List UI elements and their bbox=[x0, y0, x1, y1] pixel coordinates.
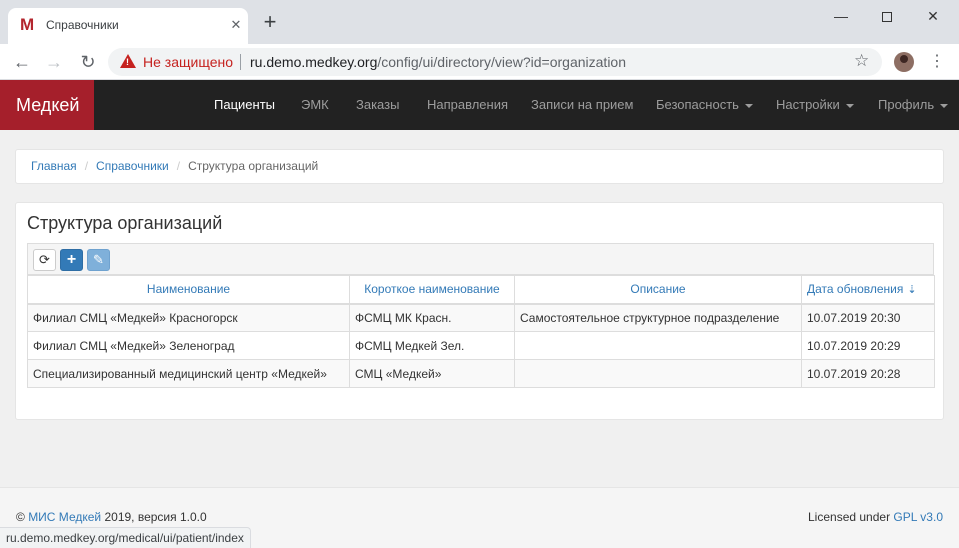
nav-item-profile[interactable]: Профиль bbox=[878, 80, 949, 130]
profile-avatar[interactable] bbox=[894, 52, 914, 72]
column-header-updated[interactable]: Дата обновления ⇣ bbox=[801, 275, 935, 305]
browser-status-url: ru.demo.medkey.org/medical/ui/patient/in… bbox=[0, 527, 251, 548]
mis-medkey-link[interactable]: МИС Медкей bbox=[28, 510, 101, 524]
url-text[interactable]: ru.demo.medkey.org/config/ui/directory/v… bbox=[250, 54, 626, 70]
minimize-window-button[interactable]: — bbox=[818, 4, 864, 28]
footer-copyright: © МИС Медкей 2019, версия 1.0.0 bbox=[16, 510, 207, 524]
nav-item-appointments[interactable]: Записи на прием bbox=[531, 80, 633, 130]
organization-table: Наименование Короткое наименование Описа… bbox=[27, 275, 935, 388]
edit-button[interactable]: ✎ bbox=[87, 249, 110, 271]
cell-updated: 10.07.2019 20:30 bbox=[801, 303, 935, 332]
address-bar[interactable]: ! Не защищено ru.demo.medkey.org/config/… bbox=[108, 48, 882, 76]
cell-updated: 10.07.2019 20:28 bbox=[801, 359, 935, 388]
add-button[interactable]: + bbox=[60, 249, 83, 271]
brand-logo[interactable]: Медкей bbox=[0, 80, 94, 130]
nav-item-orders[interactable]: Заказы bbox=[356, 80, 399, 130]
table-row[interactable]: Филиал СМЦ «Медкей» Красногорск ФСМЦ МК … bbox=[27, 303, 935, 332]
column-header-short-name[interactable]: Короткое наименование bbox=[349, 275, 515, 305]
chevron-down-icon bbox=[940, 103, 949, 108]
edit-icon: ✎ bbox=[93, 252, 104, 267]
refresh-button[interactable]: ⟳ bbox=[33, 249, 56, 271]
maximize-window-button[interactable] bbox=[864, 4, 910, 28]
breadcrumb: Главная / Справочники / Структура организаци… bbox=[15, 149, 944, 184]
reload-icon[interactable]: ↻ bbox=[76, 50, 100, 74]
table-header-row: Наименование Короткое наименование Описа… bbox=[27, 275, 935, 305]
tab-title: Справочники bbox=[46, 18, 119, 32]
new-tab-button[interactable]: + bbox=[260, 11, 280, 33]
browser-menu-icon[interactable]: ⋮ bbox=[928, 52, 946, 72]
nav-item-patients[interactable]: Пациенты bbox=[214, 80, 275, 130]
app-navbar: Медкей Пациенты ЭМК Заказы Направления З… bbox=[0, 80, 959, 130]
sort-descending-icon: ⇣ bbox=[907, 284, 917, 297]
nav-item-emk[interactable]: ЭМК bbox=[301, 80, 329, 130]
refresh-icon: ⟳ bbox=[39, 252, 50, 267]
page-title: Структура организаций bbox=[27, 213, 223, 233]
nav-item-settings[interactable]: Настройки bbox=[776, 80, 854, 130]
omnibox-divider bbox=[240, 54, 241, 70]
nav-item-security[interactable]: Безопасность bbox=[656, 80, 753, 130]
cell-name: Филиал СМЦ «Медкей» Зеленоград bbox=[27, 331, 350, 360]
cell-name: Специализированный медицинский центр «Ме… bbox=[27, 359, 350, 388]
table-row[interactable]: Филиал СМЦ «Медкей» Зеленоград ФСМЦ Медк… bbox=[27, 331, 935, 360]
bookmark-star-icon[interactable]: ☆ bbox=[854, 51, 869, 71]
footer-license: Licensed under GPL v3.0 bbox=[808, 510, 943, 524]
breadcrumb-home[interactable]: Главная bbox=[31, 159, 77, 173]
column-header-name[interactable]: Наименование bbox=[27, 275, 350, 305]
breadcrumb-current: Структура организаций bbox=[188, 159, 319, 173]
gpl-license-link[interactable]: GPL v3.0 bbox=[893, 510, 943, 524]
nav-item-referrals[interactable]: Направления bbox=[427, 80, 508, 130]
medkey-favicon-icon: M bbox=[20, 15, 35, 34]
cell-description bbox=[514, 331, 802, 360]
breadcrumb-directories[interactable]: Справочники bbox=[96, 159, 169, 173]
cell-description: Самостоятельное структурное подразделени… bbox=[514, 303, 802, 332]
chevron-down-icon bbox=[845, 103, 854, 108]
cell-short-name: ФСМЦ МК Красн. bbox=[349, 303, 515, 332]
close-window-button[interactable]: ✕ bbox=[910, 4, 956, 28]
not-secure-label[interactable]: Не защищено bbox=[143, 54, 233, 70]
cell-short-name: СМЦ «Медкей» bbox=[349, 359, 515, 388]
page-content: Главная / Справочники / Структура организаци… bbox=[0, 130, 959, 487]
organization-panel: Структура организаций ⟳ + ✎ Наименование… bbox=[15, 202, 944, 420]
chevron-down-icon bbox=[744, 103, 753, 108]
plus-icon: + bbox=[66, 251, 77, 268]
table-row[interactable]: Специализированный медицинский центр «Ме… bbox=[27, 359, 935, 388]
close-tab-icon[interactable]: ✕ bbox=[228, 17, 244, 33]
column-header-description[interactable]: Описание bbox=[514, 275, 802, 305]
grid-toolbar: ⟳ + ✎ bbox=[27, 243, 934, 275]
browser-titlebar: M Справочники ✕ + — ✕ bbox=[0, 0, 959, 44]
cell-description bbox=[514, 359, 802, 388]
browser-toolbar: ← → ↻ ! Не защищено ru.demo.medkey.org/c… bbox=[0, 44, 959, 80]
cell-updated: 10.07.2019 20:29 bbox=[801, 331, 935, 360]
cell-name: Филиал СМЦ «Медкей» Красногорск bbox=[27, 303, 350, 332]
browser-tab[interactable]: M Справочники ✕ bbox=[8, 8, 248, 44]
forward-arrow-icon[interactable]: → bbox=[42, 50, 66, 74]
cell-short-name: ФСМЦ Медкей Зел. bbox=[349, 331, 515, 360]
warning-icon: ! bbox=[120, 54, 136, 68]
back-arrow-icon[interactable]: ← bbox=[10, 50, 34, 74]
